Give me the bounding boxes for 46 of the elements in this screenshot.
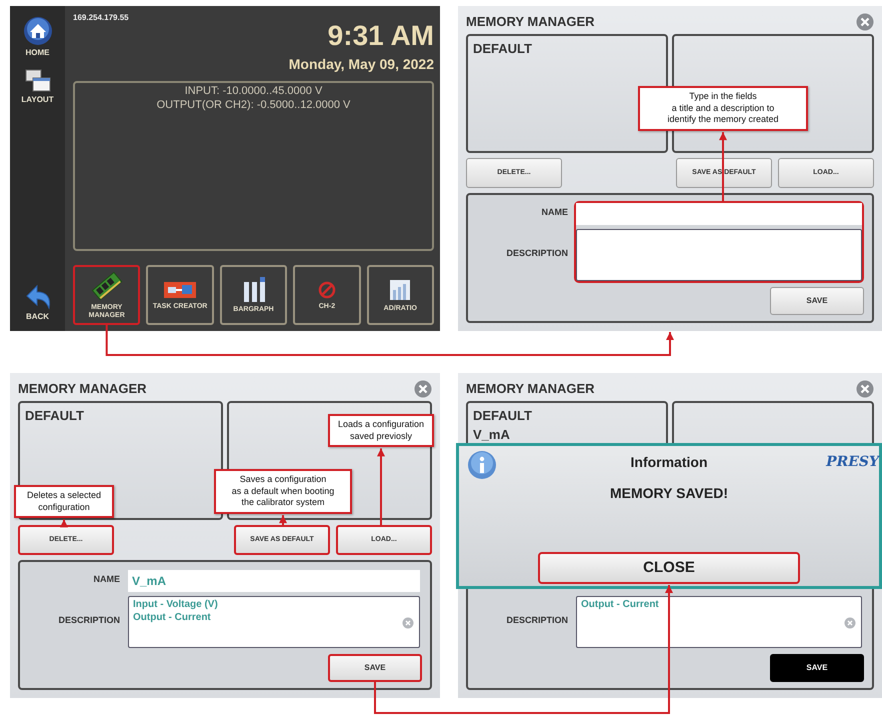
dialog-message: MEMORY SAVED! <box>610 484 728 503</box>
memory-entry[interactable]: V_mA <box>473 425 661 444</box>
prohibited-icon <box>316 280 337 300</box>
chart-icon <box>388 278 412 302</box>
brand-logo: PRESY <box>826 453 879 472</box>
field-label: DESCRIPTION <box>58 615 120 625</box>
callout-note: Type in the fields a title and a description to identify the memory created <box>638 86 808 132</box>
clock-time: 9:31 AM <box>328 22 434 50</box>
window-title: MEMORY MANAGER <box>466 380 595 398</box>
home-icon <box>22 16 52 46</box>
task-board-icon <box>163 280 198 300</box>
layout-button[interactable]: LAYOUT <box>21 67 54 106</box>
date-label: Monday, May 09, 2022 <box>288 55 434 74</box>
info-icon <box>467 450 497 480</box>
info-line: INPUT: -10.0000..45.0000 V <box>184 85 324 99</box>
window-title: MEMORY MANAGER <box>18 380 147 398</box>
back-button[interactable]: BACK <box>22 282 52 323</box>
save-button[interactable]: SAVE <box>770 654 864 682</box>
save-button[interactable]: SAVE <box>770 287 864 315</box>
callout-note: Deletes a selected configuration <box>14 485 114 518</box>
field-label: DESCRIPTION <box>506 248 568 258</box>
arrow <box>279 515 287 525</box>
close-icon[interactable] <box>856 380 874 398</box>
info-line: OUTPUT(OR CH2): -0.5000..12.0000 V <box>156 98 352 112</box>
callout-note: Saves a configuration as a default when booting the calibrator system <box>214 469 352 514</box>
close-button[interactable]: CLOSE <box>538 552 800 584</box>
close-icon[interactable] <box>414 380 432 398</box>
save-button[interactable]: SAVE <box>328 654 422 682</box>
ip-address: 169.254.179.55 <box>73 12 130 24</box>
memory-entry[interactable]: DEFAULT <box>473 406 661 425</box>
name-field[interactable] <box>576 203 862 225</box>
window-title: MEMORY MANAGER <box>466 13 595 31</box>
arrow <box>60 519 68 528</box>
memory-entry[interactable]: DEFAULT <box>473 38 661 58</box>
home-button[interactable]: HOME <box>22 16 52 59</box>
dialog-title: Information <box>630 453 708 472</box>
memory-entry[interactable]: DEFAULT <box>25 406 216 425</box>
close-icon[interactable] <box>856 12 874 31</box>
clear-icon[interactable] <box>402 617 414 629</box>
windows-icon <box>22 67 52 93</box>
field-label: NAME <box>94 574 120 584</box>
field-label: NAME <box>542 207 568 217</box>
callout-note: Loads a configuration saved previosly <box>328 414 434 448</box>
field-label: DESCRIPTION <box>506 615 568 625</box>
description-field[interactable] <box>576 229 862 281</box>
clear-icon[interactable] <box>844 617 856 629</box>
